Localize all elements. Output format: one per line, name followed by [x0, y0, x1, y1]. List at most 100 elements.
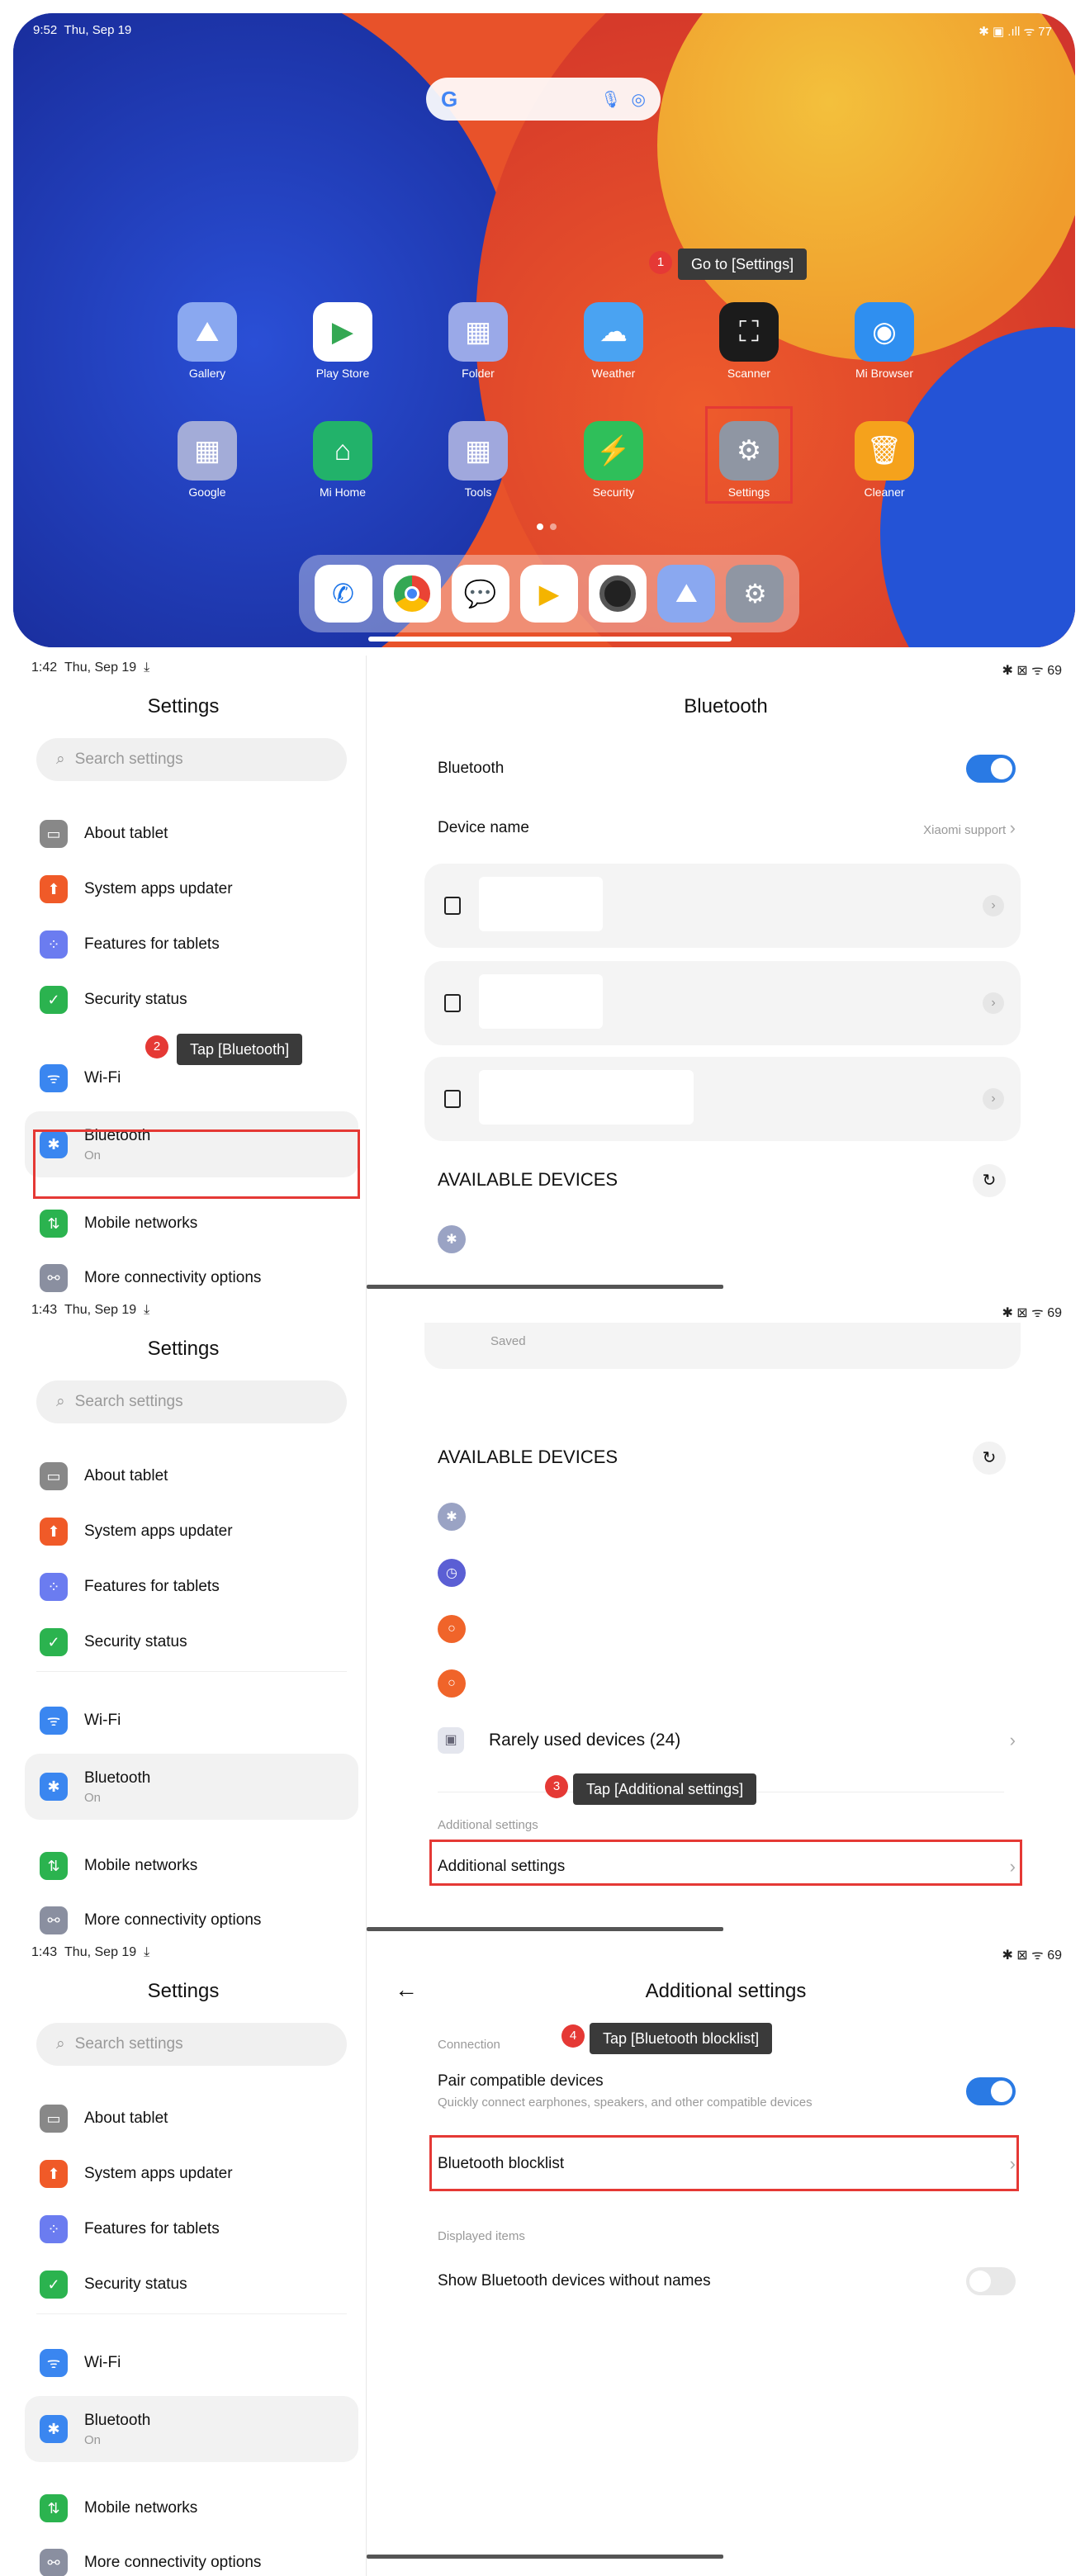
app-play-store[interactable]: ▶ Play Store — [297, 302, 388, 380]
bluetooth-icon: ✱ — [40, 2415, 68, 2443]
refresh-icon[interactable]: ↻ — [973, 1164, 1006, 1197]
sidebar-item-security-status[interactable]: ✓ Security status — [25, 973, 358, 1026]
paired-device-card[interactable]: Saved — [424, 1323, 1021, 1369]
mi-home-icon: ⌂ — [313, 421, 372, 481]
mobile-networks-icon: ⇅ — [40, 1852, 68, 1880]
sidebar-item-more-connectivity-options[interactable]: ⚯ More connectivity options — [25, 1894, 358, 1940]
sidebar-item-mobile-networks[interactable]: ⇅ Mobile networks — [25, 1197, 358, 1250]
paired-device-card[interactable]: › — [424, 1057, 1021, 1141]
scanner-icon: ⛶ — [719, 302, 779, 362]
more-connectivity-options-icon: ⚯ — [40, 1906, 68, 1934]
app-gallery[interactable]: ⛰ Gallery — [162, 302, 253, 380]
step-4-tooltip: Tap [Bluetooth blocklist] — [590, 2023, 773, 2054]
sidebar-item-bluetooth[interactable]: ✱ Bluetooth On — [25, 1754, 358, 1820]
system-apps-updater-icon: ⬆ — [40, 875, 68, 903]
show-nameless-row[interactable]: Show Bluetooth devices without names — [438, 2267, 1016, 2295]
available-devices-header: AVAILABLE DEVICES — [438, 1447, 618, 1467]
app-security[interactable]: ⚡ Security — [568, 421, 659, 499]
paired-device-card[interactable]: › — [424, 864, 1021, 948]
sidebar-item-about-tablet[interactable]: ▭ About tablet — [25, 807, 358, 860]
page-title: Additional settings — [645, 1980, 807, 2002]
app-tools[interactable]: ▦ Tools — [433, 421, 524, 499]
status-icons: ✱ ⊠ ᯤ 69 — [1002, 1306, 1062, 1320]
gesture-bar — [367, 2555, 723, 2559]
sidebar-item-features-for-tablets[interactable]: ⁘ Features for tablets — [25, 2203, 358, 2256]
sidebar-title: Settings — [147, 1980, 220, 2002]
home-screen: 9:52 Thu, Sep 19 ✱ ▣ .ıll ᯤ 77 G 🎙 ◎ ⛰ Ga… — [13, 13, 1075, 647]
status-time: 1:42 Thu, Sep 19 ⤓ — [31, 661, 150, 675]
lens-icon[interactable]: ◎ — [632, 89, 646, 110]
camera-icon[interactable] — [589, 565, 647, 623]
app-mi-home[interactable]: ⌂ Mi Home — [297, 421, 388, 499]
status-time: 1:43 Thu, Sep 19 ⤓ — [31, 1945, 150, 1959]
sidebar-item-security-status[interactable]: ✓ Security status — [25, 1616, 358, 1669]
step-3-tooltip: Tap [Additional settings] — [573, 1773, 757, 1805]
devices-icon: ▣ — [438, 1727, 464, 1754]
settings-icon[interactable]: ⚙ — [726, 565, 784, 623]
refresh-icon[interactable]: ↻ — [973, 1442, 1006, 1475]
security-icon: ⚡ — [584, 421, 643, 481]
gallery-icon: ⛰ — [178, 302, 237, 362]
sidebar-item-about-tablet[interactable]: ▭ About tablet — [25, 1450, 358, 1503]
panel-additional-settings: 1:43 Thu, Sep 19 ⤓ Settings ⌕ Search sett… — [0, 1940, 1085, 2576]
chevron-right-icon: › — [1009, 1730, 1016, 1750]
sidebar-item-system-apps-updater[interactable]: ⬆ System apps updater — [25, 2147, 358, 2200]
search-input[interactable]: ⌕ Search settings — [36, 1380, 347, 1423]
sidebar-item-mobile-networks[interactable]: ⇅ Mobile networks — [25, 1840, 358, 1892]
sidebar-item-bluetooth[interactable]: ✱ Bluetooth On — [25, 2396, 358, 2462]
app-google[interactable]: ▦ Google — [162, 421, 253, 499]
mic-icon[interactable]: 🎙 — [600, 89, 621, 110]
sidebar-item-features-for-tablets[interactable]: ⁘ Features for tablets — [25, 1560, 358, 1613]
status-time: 9:52 Thu, Sep 19 — [33, 23, 132, 37]
pair-compatible-row[interactable]: Pair compatible devices Quickly connect e… — [438, 2072, 1016, 2110]
sidebar-item-features-for-tablets[interactable]: ⁘ Features for tablets — [25, 918, 358, 971]
play-store-icon: ▶ — [313, 302, 372, 362]
app-weather[interactable]: ☁ Weather — [568, 302, 659, 380]
sidebar-item-wi-fi[interactable]: ᯤ Wi-Fi — [25, 1694, 358, 1747]
search-input[interactable]: ⌕ Search settings — [36, 2023, 347, 2066]
sidebar-item-more-connectivity-options[interactable]: ⚯ More connectivity options — [25, 2536, 358, 2576]
search-input[interactable]: ⌕ Search settings — [36, 738, 347, 781]
watch-device-icon: ◷ — [438, 1559, 466, 1587]
section-header: Additional settings — [438, 1818, 538, 1832]
device-name-row[interactable]: Device name Xiaomi support › — [438, 817, 1016, 839]
security-status-icon: ✓ — [40, 2271, 68, 2299]
app-folder[interactable]: ▦ Folder — [433, 302, 524, 380]
sidebar-item-system-apps-updater[interactable]: ⬆ System apps updater — [25, 863, 358, 916]
available-devices-header: AVAILABLE DEVICES — [438, 1169, 618, 1190]
features-for-tablets-icon: ⁘ — [40, 2215, 68, 2243]
sidebar-title: Settings — [147, 695, 220, 717]
more-connectivity-options-icon: ⚯ — [40, 2549, 68, 2576]
step-2-tooltip: Tap [Bluetooth] — [177, 1034, 303, 1065]
app-scanner[interactable]: ⛶ Scanner — [704, 302, 794, 380]
sidebar-item-wi-fi[interactable]: ᯤ Wi-Fi — [25, 2337, 358, 2389]
security-status-icon: ✓ — [40, 1628, 68, 1656]
app-cleaner[interactable]: 🗑 Cleaner — [839, 421, 930, 499]
bluetooth-device-icon: ✱ — [438, 1225, 466, 1253]
rarely-used-devices-row[interactable]: ▣ Rarely used devices (24) › — [438, 1727, 1016, 1754]
system-apps-updater-icon: ⬆ — [40, 2160, 68, 2188]
paired-device-card[interactable]: › — [424, 961, 1021, 1045]
app-mi-browser[interactable]: ◉ Mi Browser — [839, 302, 930, 380]
step-1-tooltip: Go to [Settings] — [678, 249, 808, 280]
chevron-right-icon: › — [983, 895, 1004, 916]
pair-compatible-toggle[interactable] — [966, 2076, 1016, 2105]
sidebar-item-more-connectivity-options[interactable]: ⚯ More connectivity options — [25, 1252, 358, 1298]
sidebar-item-system-apps-updater[interactable]: ⬆ System apps updater — [25, 1505, 358, 1558]
weather-icon: ☁ — [584, 302, 643, 362]
bluetooth-toggle-row[interactable]: Bluetooth — [438, 755, 1016, 783]
settings-sidebar: 1:43 Thu, Sep 19 ⤓ Settings ⌕ Search sett… — [0, 1940, 367, 2576]
sidebar-item-security-status[interactable]: ✓ Security status — [25, 2258, 358, 2311]
sidebar-item-about-tablet[interactable]: ▭ About tablet — [25, 2092, 358, 2145]
google-search-bar[interactable]: G 🎙 ◎ — [426, 78, 661, 121]
play-games-icon[interactable]: ▶ — [519, 565, 578, 623]
show-nameless-toggle[interactable] — [966, 2267, 1016, 2295]
messages-icon[interactable]: 💬 — [451, 565, 509, 623]
wi-fi-icon: ᯤ — [40, 1707, 68, 1735]
bluetooth-toggle[interactable] — [966, 755, 1016, 783]
sidebar-item-mobile-networks[interactable]: ⇅ Mobile networks — [25, 2482, 358, 2535]
phone-icon[interactable]: ✆ — [314, 565, 372, 623]
gallery-icon[interactable]: ⛰ — [657, 565, 716, 623]
settings-sidebar: 1:43 Thu, Sep 19 ⤓ Settings ⌕ Search sett… — [0, 1298, 367, 1940]
chrome-icon[interactable] — [382, 565, 441, 623]
